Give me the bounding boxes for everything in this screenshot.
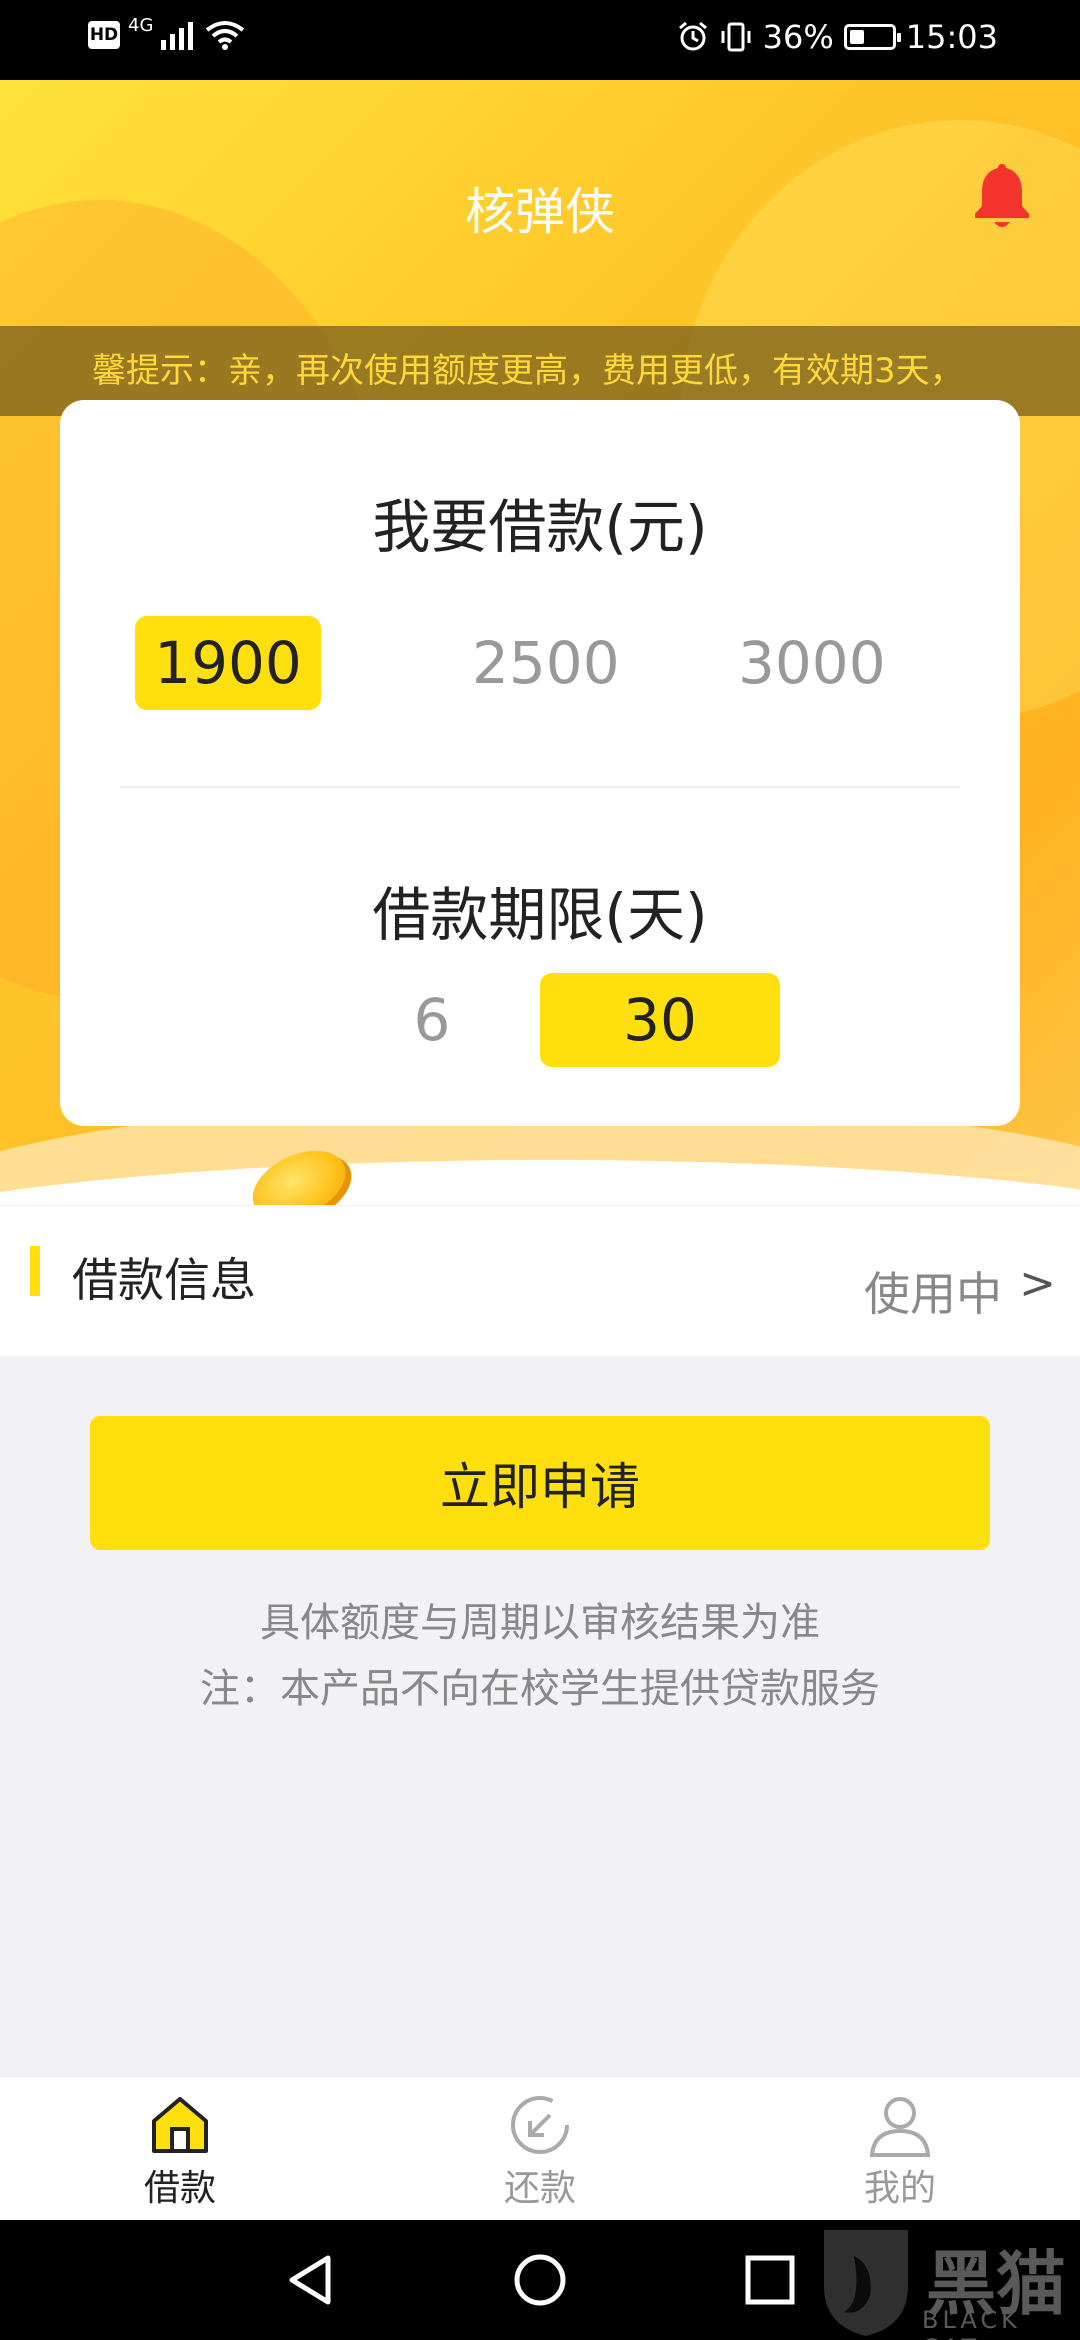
nav-label-borrow: 借款 — [143, 2168, 216, 2209]
home-button-icon[interactable] — [512, 2252, 568, 2308]
card-divider — [120, 786, 960, 788]
status-right: 36% 15:03 — [677, 18, 998, 56]
nav-label-mine: 我的 — [863, 2168, 936, 2209]
loan-info-status: 使用中 — [864, 1267, 1002, 1321]
wifi-icon — [206, 21, 245, 50]
nav-label-repay: 还款 — [503, 2168, 576, 2209]
hd-badge: HD — [88, 21, 120, 49]
approval-note: 具体额度与周期以审核结果为准 — [260, 1600, 820, 1646]
back-icon[interactable] — [284, 2252, 336, 2308]
recents-icon[interactable] — [744, 2252, 796, 2308]
loan-card: 我要借款(元) 1900 2500 3000 借款期限(天) 6 30 — [60, 400, 1020, 1126]
apply-now-button[interactable]: 立即申请 — [90, 1416, 990, 1550]
term-option-30[interactable]: 30 — [540, 973, 780, 1067]
network-type: 4G — [128, 14, 154, 36]
cat-logo-icon — [824, 2230, 908, 2336]
bell-icon[interactable] — [972, 160, 1032, 232]
amount-option-3000[interactable]: 3000 — [738, 616, 886, 710]
battery-fill — [849, 30, 864, 44]
watermark: 黑猫 BLACK CAT — [810, 2224, 1080, 2340]
term-title: 借款期限(天) — [372, 881, 708, 949]
nav-item-repay[interactable]: 还款 — [440, 2077, 640, 2221]
page-title: 核弹侠 — [465, 183, 615, 241]
watermark-sub: BLACK CAT — [922, 2306, 1021, 2340]
status-left: HD 4G — [88, 15, 245, 50]
repay-icon — [511, 2096, 569, 2154]
nav-item-mine[interactable]: 我的 — [800, 2077, 1000, 2221]
battery-icon — [843, 24, 901, 50]
battery-percent: 36% — [762, 18, 834, 56]
user-icon — [869, 2097, 931, 2157]
amount-title: 我要借款(元) — [372, 493, 708, 561]
hero-background: 核弹侠 馨提示：亲，再次使用额度更高，费用更低，有效期3天， 我要借款(元) 1… — [0, 80, 1080, 1205]
clock: 15:03 — [905, 18, 998, 56]
nav-item-borrow[interactable]: 借款 — [80, 2077, 280, 2221]
bottom-nav: 借款 还款 我的 — [0, 2076, 1080, 2220]
vibrate-icon — [721, 22, 751, 52]
section-marker — [30, 1246, 40, 1296]
amount-option-1900[interactable]: 1900 — [135, 616, 321, 710]
alarm-icon — [678, 21, 707, 51]
term-option-6[interactable]: 6 — [392, 973, 472, 1067]
amount-option-2500[interactable]: 2500 — [472, 616, 620, 710]
student-disclaimer: 注：本产品不向在校学生提供贷款服务 — [200, 1666, 880, 1712]
home-icon — [152, 2097, 208, 2153]
loan-info-row[interactable]: 借款信息 使用中 > — [0, 1206, 1080, 1356]
loan-info-label: 借款信息 — [72, 1253, 256, 1307]
signal-icon — [161, 22, 194, 50]
chevron-right-icon: > — [1019, 1258, 1056, 1309]
status-bar: HD 4G 36% 15:03 — [0, 0, 1080, 80]
